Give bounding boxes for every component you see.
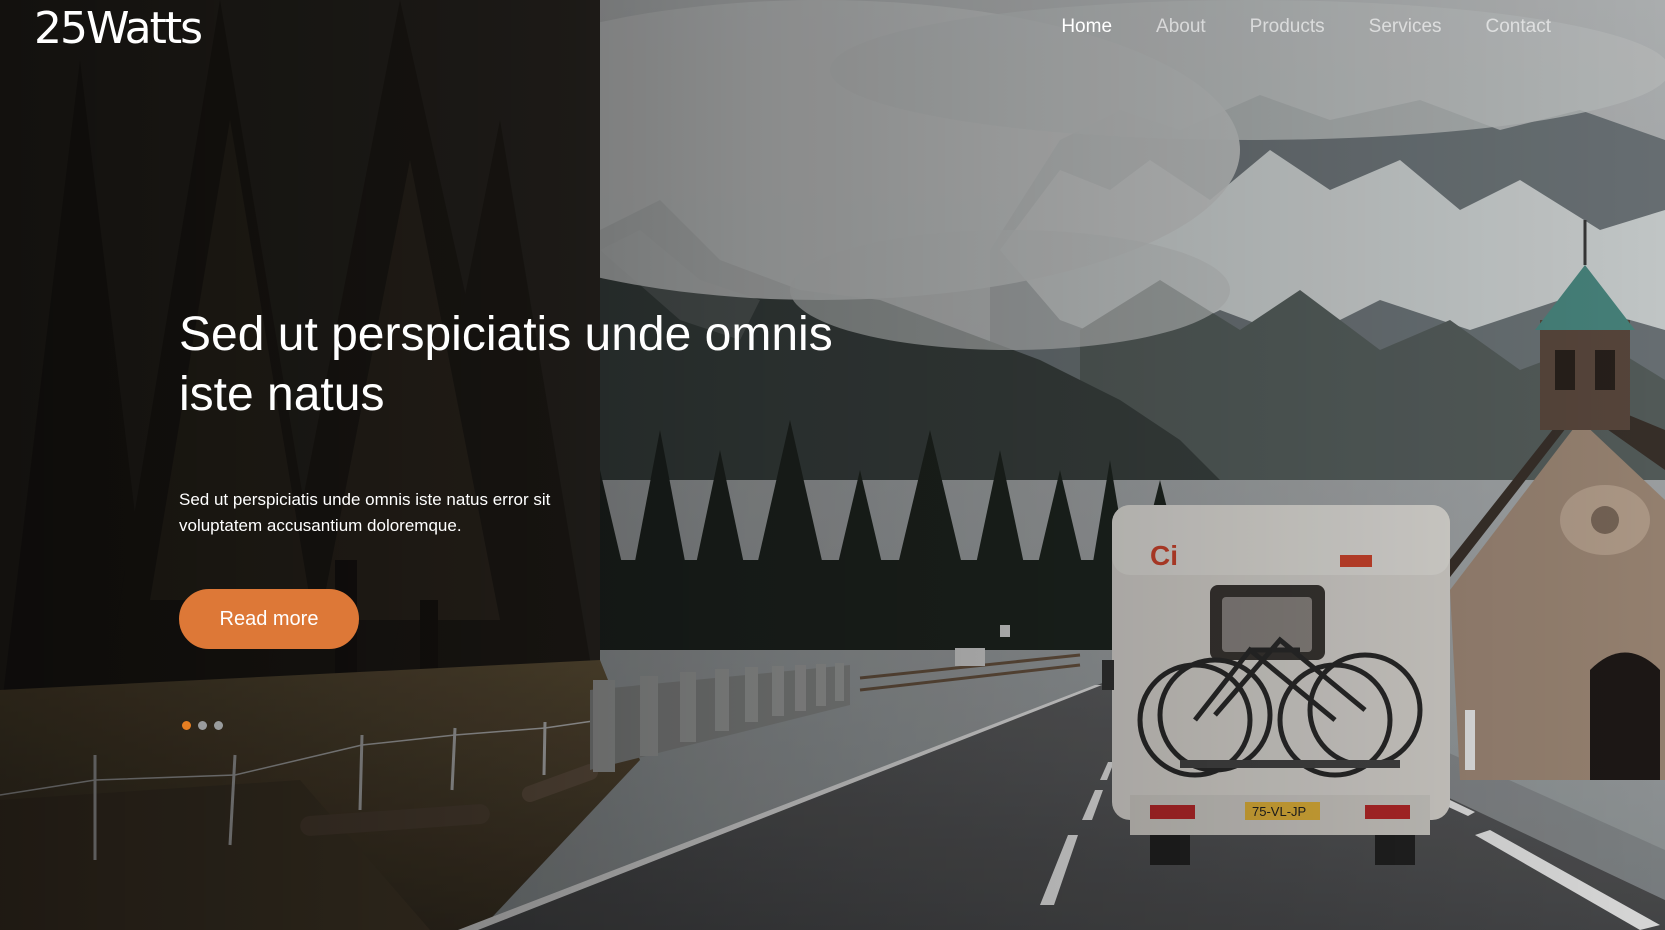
hero-description: Sed ut perspiciatis unde omnis iste natu…	[179, 487, 599, 539]
nav-item-contact: Contact	[1464, 14, 1573, 40]
hero-content: Sed ut perspiciatis unde omnis iste natu…	[179, 305, 899, 649]
nav-link-services[interactable]: Services	[1347, 14, 1464, 40]
nav-link-products[interactable]: Products	[1228, 14, 1347, 40]
brand-logo[interactable]: 25Watts	[34, 2, 203, 56]
hero-title-line-2: iste natus	[179, 368, 385, 421]
nav-item-services: Services	[1347, 14, 1464, 40]
nav-link-about[interactable]: About	[1134, 14, 1228, 40]
nav-link-contact[interactable]: Contact	[1464, 14, 1573, 40]
hero-description-line-2: voluptatem accusantium doloremque.	[179, 516, 462, 535]
slider-dot-1[interactable]	[182, 721, 191, 730]
nav-item-products: Products	[1228, 14, 1347, 40]
hero-title-line-1: Sed ut perspiciatis unde omnis	[179, 308, 833, 361]
hero-title: Sed ut perspiciatis unde omnis iste natu…	[179, 305, 899, 425]
nav-item-home: Home	[1039, 14, 1134, 40]
nav-item-about: About	[1134, 14, 1228, 40]
slider-pagination	[182, 721, 223, 730]
hero-description-line-1: Sed ut perspiciatis unde omnis iste natu…	[179, 490, 551, 509]
slider-dot-3[interactable]	[214, 721, 223, 730]
nav-menu: Home About Products Services Contact	[1039, 14, 1573, 40]
hero-slider: Ci 75-VL-JP	[0, 0, 1665, 930]
read-more-button[interactable]: Read more	[179, 589, 359, 649]
top-navigation: 25Watts Home About Products Services Con…	[0, 0, 1665, 60]
nav-link-home[interactable]: Home	[1039, 14, 1134, 40]
slider-dot-2[interactable]	[198, 721, 207, 730]
